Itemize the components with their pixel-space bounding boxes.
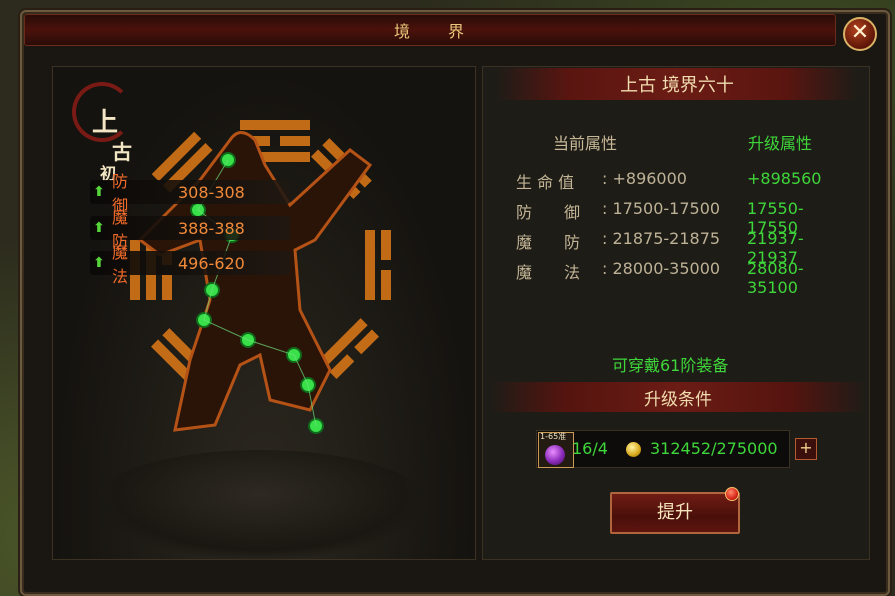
add-resource-button[interactable]: + xyxy=(795,438,817,460)
upgrade-conditions-bar: 升级条件 xyxy=(490,382,866,412)
attribute-current: : 28000-35000 xyxy=(602,259,721,278)
required-item-slot[interactable]: 1-65准 xyxy=(538,432,574,468)
item-tier-tag: 1-65准 xyxy=(540,432,567,441)
bonus-stat-row: ⬆ 防 御 308-308 xyxy=(90,172,290,215)
attribute-upgrade: 28080-35100 xyxy=(747,259,804,297)
attribute-label: 防 御 xyxy=(516,203,581,222)
bonus-stat-value: 308-308 xyxy=(178,182,245,202)
up-arrow-icon: ⬆ xyxy=(93,220,105,236)
upgrade-attributes-header: 升级属性 xyxy=(748,134,813,153)
attribute-row: 魔 法 : 28000-35000 28080-35100 xyxy=(516,259,804,297)
current-attributes-header: 当前属性 xyxy=(553,134,618,153)
gold-coin-icon xyxy=(626,442,641,457)
attribute-current: : 17500-17500 xyxy=(602,199,721,218)
realm-title: 上古 境界六十 xyxy=(620,75,734,96)
realm-brand-emblem: 上 古 初 xyxy=(72,82,136,183)
notification-dot-icon xyxy=(725,487,739,501)
upgrade-conditions-title: 升级条件 xyxy=(644,389,712,410)
bonus-stat-row: ⬆ 魔 防 388-388 xyxy=(90,208,290,251)
attribute-row: 防 御 : 17500-17500 17550-17550 xyxy=(516,199,804,237)
attribute-current: : 21875-21875 xyxy=(602,229,721,248)
gold-amount: 312452/275000 xyxy=(650,439,778,458)
upgrade-button-label: 提升 xyxy=(657,502,693,523)
pedestal xyxy=(90,450,430,560)
attribute-label: 魔 法 xyxy=(516,263,581,282)
attribute-label: 魔 防 xyxy=(516,233,581,252)
item-quantity: 16/4 xyxy=(572,439,608,458)
close-button[interactable]: ✕ xyxy=(843,17,877,51)
window-title: 境 界 xyxy=(393,22,466,41)
window-titlebar: 境 界 xyxy=(24,14,836,46)
up-arrow-icon: ⬆ xyxy=(93,184,105,200)
close-icon: ✕ xyxy=(850,20,870,45)
attribute-label: 生 命 值 xyxy=(516,173,575,192)
realm-title-bar: 上古 境界六十 xyxy=(496,68,858,100)
equip-tier-note: 可穿戴61阶装备 xyxy=(612,356,729,375)
emblem-char-1: 上 xyxy=(92,108,119,138)
attribute-current: : +896000 xyxy=(602,169,687,188)
attribute-upgrade: +898560 xyxy=(747,169,822,188)
attribute-row: 生 命 值 : +896000 +898560 xyxy=(516,169,821,192)
bonus-stat-value: 496-620 xyxy=(178,253,245,273)
up-arrow-icon: ⬆ xyxy=(93,255,105,271)
upgrade-button[interactable]: 提升 xyxy=(610,492,740,534)
purple-orb-icon xyxy=(545,445,565,465)
attribute-row: 魔 防 : 21875-21875 21937-21937 xyxy=(516,229,804,267)
bonus-stat-name: 魔 法 xyxy=(112,243,161,286)
bonus-stat-row: ⬆ 魔 法 496-620 xyxy=(90,243,290,286)
bonus-stat-value: 388-388 xyxy=(178,218,245,238)
plus-icon: + xyxy=(799,438,813,457)
